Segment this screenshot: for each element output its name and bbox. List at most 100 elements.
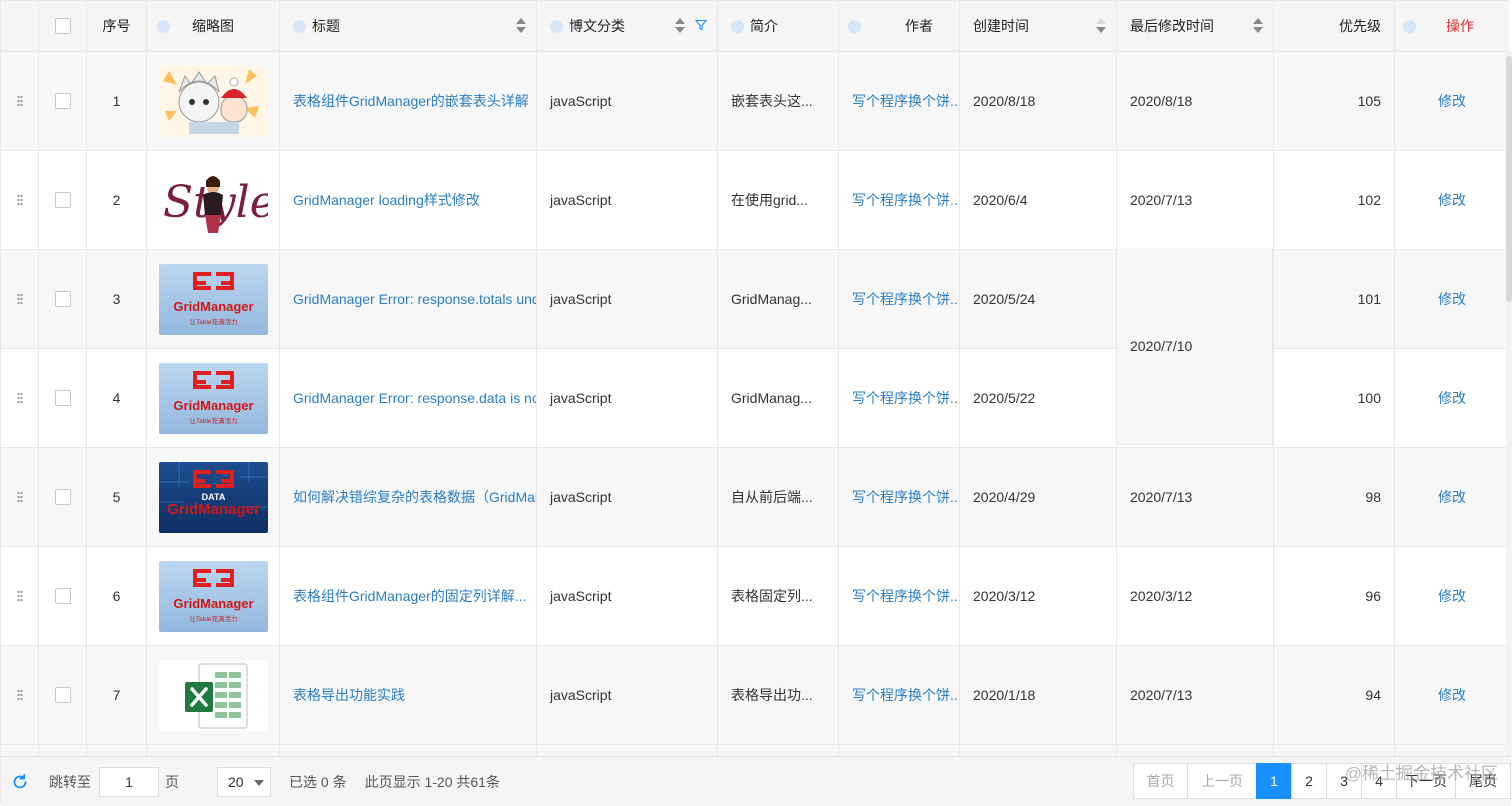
ctime-cell: 2020/4/29 [960, 448, 1117, 546]
scrollbar-thumb[interactable] [1506, 56, 1512, 302]
type-cell: javaScript [537, 349, 718, 447]
desc-cell: 表格导出功... [718, 646, 839, 744]
drag-cell [1, 547, 39, 645]
op-cell: 修改 [1395, 349, 1509, 447]
table-row[interactable]: 4 GridManager 让Table充满活力 GridManager Err… [1, 349, 1509, 448]
page-button-2[interactable]: 2 [1291, 763, 1327, 799]
svg-text:GridManager: GridManager [173, 299, 253, 314]
last-page-button[interactable]: 尾页 [1455, 763, 1511, 799]
table-row[interactable]: 2 Style GridManager loading样式修改 javaScri… [1, 151, 1509, 250]
help-icon[interactable] [157, 20, 170, 33]
last-page-label: 尾页 [1469, 773, 1497, 789]
first-page-button[interactable]: 首页 [1133, 763, 1188, 799]
op-cell: 修改 [1395, 52, 1509, 150]
row-checkbox[interactable] [54, 687, 71, 703]
table-cell [718, 745, 839, 756]
sort-icon[interactable] [516, 18, 526, 36]
page-jump-input[interactable] [99, 766, 159, 797]
type-cell: javaScript [537, 547, 718, 645]
thumbnail-image: DATA GridManager [158, 461, 268, 533]
author-link[interactable]: 写个程序换个饼... [852, 289, 959, 309]
table-row[interactable]: 5 DATA GridManager 如何解决错综复杂的表格数据（GridMan… [1, 448, 1509, 547]
select-all-checkbox[interactable] [54, 18, 71, 34]
drag-cell [1, 448, 39, 546]
sort-icon[interactable] [1253, 18, 1263, 36]
title-link[interactable]: 表格组件GridManager的嵌套表头详解 [293, 91, 529, 111]
help-icon[interactable] [1403, 20, 1416, 33]
sort-icon[interactable] [1096, 18, 1106, 36]
drag-handle-icon[interactable] [16, 194, 23, 206]
vertical-scrollbar[interactable] [1506, 52, 1512, 756]
author-link[interactable]: 写个程序换个饼... [852, 685, 959, 705]
page-size-value: 20 [228, 773, 244, 790]
edit-link[interactable]: 修改 [1438, 586, 1466, 606]
drag-handle-icon[interactable] [16, 491, 23, 503]
mtime-value: 2020/3/12 [1130, 588, 1193, 604]
type-value: javaScript [550, 93, 612, 109]
drag-handle-icon[interactable] [16, 392, 23, 404]
desc-cell: GridManag... [718, 250, 839, 348]
row-checkbox[interactable] [54, 291, 71, 307]
title-link[interactable]: GridManager loading样式修改 [293, 190, 480, 210]
drag-cell [1, 250, 39, 348]
author-link[interactable]: 写个程序换个饼... [852, 388, 959, 408]
title-link[interactable]: GridManager Error: response.totals undef… [293, 291, 536, 307]
edit-link[interactable]: 修改 [1438, 487, 1466, 507]
ctime-cell: 2020/3/12 [960, 547, 1117, 645]
title-link[interactable]: 如何解决错综复杂的表格数据（GridManager） [293, 487, 536, 507]
title-link[interactable]: 表格导出功能实践 [293, 685, 405, 705]
sort-icon[interactable] [675, 18, 685, 36]
table-row[interactable]: 3 GridManager 让Table充满活力 GridManager Err… [1, 250, 1509, 349]
svg-text:让Table充满活力: 让Table充满活力 [189, 317, 237, 326]
help-icon[interactable] [731, 19, 744, 33]
filter-icon[interactable] [695, 19, 707, 31]
checkbox-cell [39, 151, 87, 249]
row-checkbox[interactable] [54, 390, 71, 406]
table-row[interactable]: 6 GridManager 让Table充满活力 表格组件GridManager… [1, 547, 1509, 646]
checkbox-cell [39, 448, 87, 546]
drag-handle-icon[interactable] [16, 590, 23, 602]
edit-link[interactable]: 修改 [1438, 289, 1466, 309]
row-checkbox[interactable] [54, 192, 71, 208]
help-icon[interactable] [293, 19, 306, 33]
page-button-4[interactable]: 4 [1361, 763, 1397, 799]
row-checkbox[interactable] [54, 489, 71, 505]
header-mtime[interactable]: 最后修改时间 [1117, 1, 1274, 51]
header-ctime[interactable]: 创建时间 [960, 1, 1117, 51]
next-page-button[interactable]: 下一页 [1396, 763, 1456, 799]
prev-page-button[interactable]: 上一页 [1187, 763, 1257, 799]
page-size-select[interactable]: 20 [217, 766, 271, 797]
author-link[interactable]: 写个程序换个饼... [852, 487, 959, 507]
row-checkbox[interactable] [54, 588, 71, 604]
author-link[interactable]: 写个程序换个饼... [852, 586, 959, 606]
drag-handle-icon[interactable] [16, 95, 23, 107]
edit-link[interactable]: 修改 [1438, 388, 1466, 408]
page-button-1[interactable]: 1 [1256, 763, 1292, 799]
edit-link[interactable]: 修改 [1438, 190, 1466, 210]
merged-mtime-cell: 2020/7/10 [1116, 248, 1273, 445]
title-link[interactable]: GridManager Error: response.data is not … [293, 390, 536, 406]
thumb-cell: GridManager 让Table充满活力 [147, 349, 280, 447]
drag-handle-icon[interactable] [16, 293, 23, 305]
header-title[interactable]: 标题 [280, 1, 537, 51]
author-cell: 写个程序换个饼... [839, 646, 960, 744]
help-icon[interactable] [848, 20, 861, 33]
author-cell: 写个程序换个饼... [839, 52, 960, 150]
author-link[interactable]: 写个程序换个饼... [852, 91, 959, 111]
drag-handle-icon[interactable] [16, 689, 23, 701]
mtime-value: 2020/7/13 [1130, 489, 1193, 505]
author-link[interactable]: 写个程序换个饼... [852, 190, 959, 210]
refresh-icon[interactable] [11, 773, 29, 791]
table-row[interactable]: 1 表格组件GridManager的嵌套表头详解 javaScript 嵌套表头… [1, 52, 1509, 151]
row-checkbox[interactable] [54, 93, 71, 109]
page-button-3[interactable]: 3 [1326, 763, 1362, 799]
edit-link[interactable]: 修改 [1438, 91, 1466, 111]
help-icon[interactable] [550, 19, 563, 33]
edit-link[interactable]: 修改 [1438, 685, 1466, 705]
title-link[interactable]: 表格组件GridManager的固定列详解... [293, 586, 526, 606]
table-row[interactable]: 7 表格导出功能实践 javaScript 表格导出功... 写个程序换个饼..… [1, 646, 1509, 745]
table-row[interactable] [1, 745, 1509, 756]
type-value: javaScript [550, 687, 612, 703]
header-type[interactable]: 博文分类 [537, 1, 718, 51]
thumb-cell [147, 646, 280, 744]
